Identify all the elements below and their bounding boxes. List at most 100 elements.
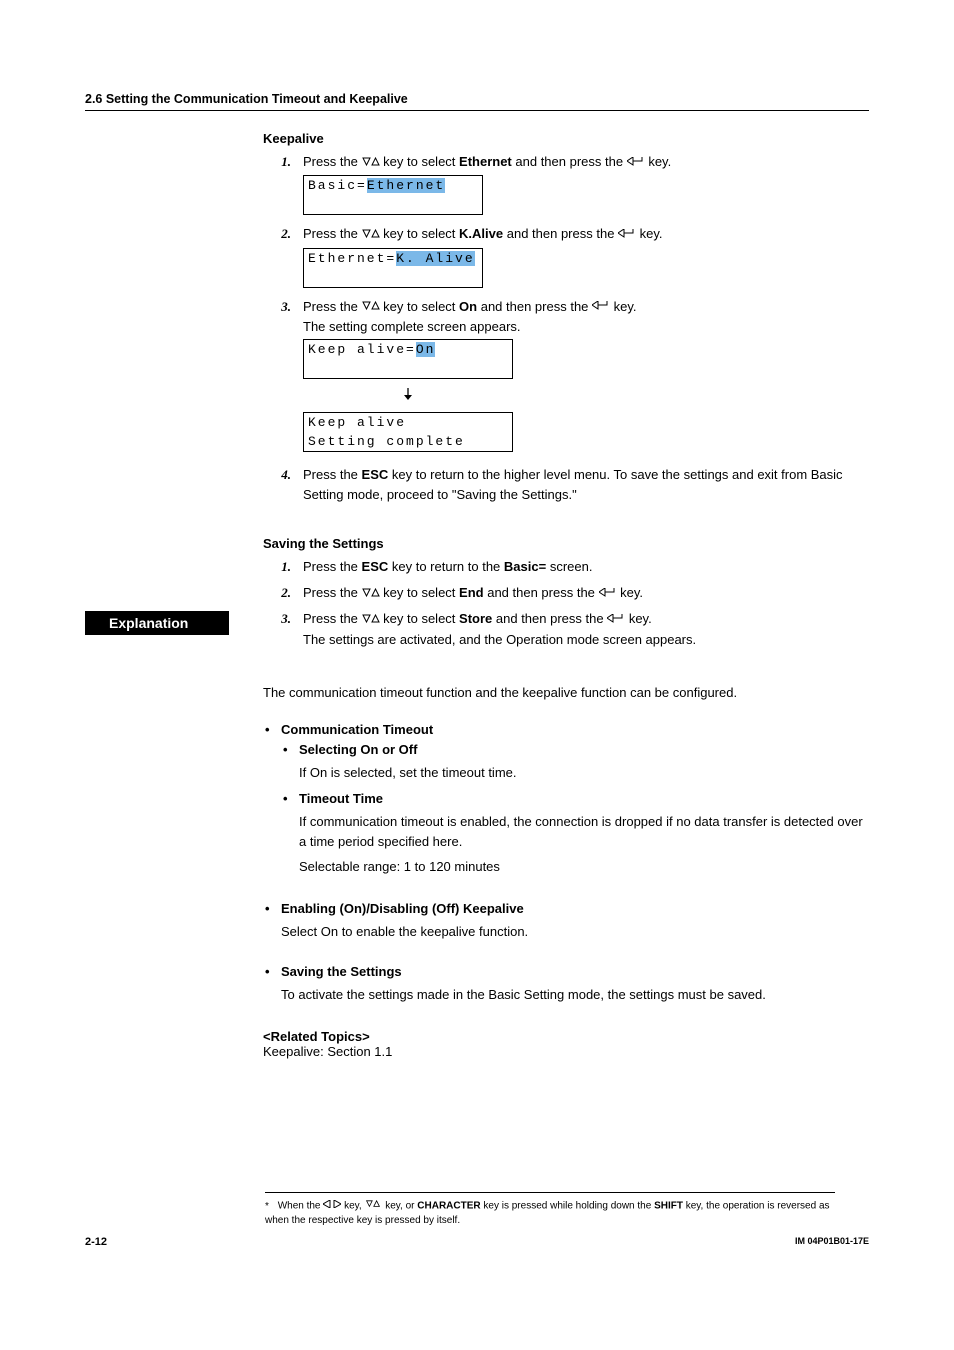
explanation-content: The communication timeout function and t… xyxy=(263,685,869,1059)
text: key to select xyxy=(383,299,459,314)
lcd-text: Ethernet= xyxy=(308,251,396,266)
step-number: 3. xyxy=(263,609,291,629)
text: key, xyxy=(344,1201,364,1212)
lcd-display: Ethernet=K. Alive xyxy=(303,248,483,288)
item-title: Timeout Time xyxy=(299,791,383,806)
bold-text: End xyxy=(459,585,484,600)
bold-text: ESC xyxy=(362,467,389,482)
text: and then press the xyxy=(507,226,618,241)
text: and then press the xyxy=(481,299,592,314)
text: screen. xyxy=(550,559,593,574)
text: key to select xyxy=(383,226,459,241)
text: key. xyxy=(614,299,637,314)
list-item: Timeout Time xyxy=(281,789,869,809)
keepalive-heading: Keepalive xyxy=(263,131,869,146)
item-body: Selectable range: 1 to 120 minutes xyxy=(281,857,869,877)
step-number: 1. xyxy=(263,152,291,172)
up-down-icon xyxy=(364,1199,382,1213)
step-number: 2. xyxy=(263,583,291,603)
step-number: 3. xyxy=(263,297,291,317)
lcd-display: Keep alive=On xyxy=(303,339,513,379)
page: 2.6 Setting the Communication Timeout an… xyxy=(0,0,954,1350)
bold-text: Ethernet xyxy=(459,154,512,169)
text: key to return to the xyxy=(392,559,504,574)
bold-text: CHARACTER xyxy=(417,1201,480,1212)
item-title: Selecting On or Off xyxy=(299,742,417,757)
text: key. xyxy=(640,226,663,241)
step-text: Press the key to select Ethernet and the… xyxy=(303,154,671,169)
bold-text: Store xyxy=(459,611,492,626)
footnote: * When the key, key, or CHARACTER key is… xyxy=(265,1192,835,1228)
up-down-icon xyxy=(362,153,380,173)
item-body: To activate the settings made in the Bas… xyxy=(263,985,869,1005)
enter-icon xyxy=(618,225,636,245)
text: key to select xyxy=(383,154,459,169)
item-title: Communication Timeout xyxy=(281,722,433,737)
explanation-list: Saving the Settings xyxy=(263,962,869,982)
list-item: Enabling (On)/Disabling (Off) Keepalive xyxy=(263,899,869,919)
text: Press the xyxy=(303,559,362,574)
text: Press the xyxy=(303,611,362,626)
lcd-display: Keep alive Setting complete xyxy=(303,412,513,452)
text: key. xyxy=(629,611,652,626)
text: key to select xyxy=(383,611,459,626)
step: 4. Press the ESC key to return to the hi… xyxy=(263,465,869,504)
lcd-highlight: K. Alive xyxy=(396,251,474,266)
step-number: 1. xyxy=(263,557,291,577)
lcd-display: Basic=Ethernet xyxy=(303,175,483,215)
explanation-band: Explanation xyxy=(85,611,229,635)
lcd-text: Basic= xyxy=(308,178,367,193)
explanation-list: Communication Timeout Selecting On or Of… xyxy=(263,720,869,877)
text: Press the xyxy=(303,226,362,241)
step-text: Press the key to select On and then pres… xyxy=(303,299,637,314)
step: 1. Press the key to select Ethernet and … xyxy=(263,152,869,218)
item-body: If On is selected, set the timeout time. xyxy=(281,763,869,783)
bold-text: SHIFT xyxy=(654,1201,683,1212)
lcd-text: Setting complete xyxy=(308,434,465,449)
step: 3. Press the key to select Store and the… xyxy=(263,609,869,649)
left-right-icon xyxy=(323,1199,341,1213)
sub-list: Selecting On or Off xyxy=(281,740,869,760)
bold-text: ESC xyxy=(362,559,389,574)
list-item: Saving the Settings xyxy=(263,962,869,982)
up-down-icon xyxy=(362,225,380,245)
up-down-icon xyxy=(362,297,380,317)
item-body: Select On to enable the keepalive functi… xyxy=(263,922,869,942)
main-content: Keepalive 1. Press the key to select Eth… xyxy=(263,131,869,649)
item-title: Enabling (On)/Disabling (Off) Keepalive xyxy=(281,901,524,916)
up-down-icon xyxy=(362,584,380,604)
text: Press the xyxy=(303,299,362,314)
text: key. xyxy=(648,154,671,169)
step-text: Press the key to select K.Alive and then… xyxy=(303,226,663,241)
enter-icon xyxy=(607,610,625,630)
enter-icon xyxy=(627,153,645,173)
keepalive-steps: 1. Press the key to select Ethernet and … xyxy=(263,152,869,504)
lcd-text: Keep alive= xyxy=(308,342,416,357)
text: key is pressed while holding down the xyxy=(483,1201,654,1212)
bold-text: K.Alive xyxy=(459,226,503,241)
text: When the xyxy=(278,1201,324,1212)
document-id: IM 04P01B01-17E xyxy=(795,1236,869,1246)
item-body: If communication timeout is enabled, the… xyxy=(281,812,869,851)
step-note: The setting complete screen appears. xyxy=(303,319,521,334)
lcd-highlight: On xyxy=(416,342,436,357)
text: and then press the xyxy=(496,611,607,626)
step: 3. Press the key to select On and then p… xyxy=(263,297,869,456)
step-number: 4. xyxy=(263,465,291,485)
text: Press the xyxy=(303,585,362,600)
page-footer: 2-12 IM 04P01B01-17E xyxy=(85,1236,869,1248)
text: Press the xyxy=(303,467,362,482)
sub-list: Timeout Time xyxy=(281,789,869,809)
enter-icon xyxy=(592,297,610,317)
saving-heading: Saving the Settings xyxy=(263,536,869,551)
step: 2. Press the key to select End and then … xyxy=(263,583,869,603)
text: key, or xyxy=(385,1201,417,1212)
page-number: 2-12 xyxy=(85,1236,107,1248)
text: key to select xyxy=(383,585,459,600)
list-item: Selecting On or Off xyxy=(281,740,869,760)
asterisk: * xyxy=(265,1201,269,1212)
related-topics-head: <Related Topics> xyxy=(263,1029,869,1044)
lcd-highlight: Ethernet xyxy=(367,178,445,193)
bold-text: On xyxy=(459,299,477,314)
text: and then press the xyxy=(487,585,598,600)
